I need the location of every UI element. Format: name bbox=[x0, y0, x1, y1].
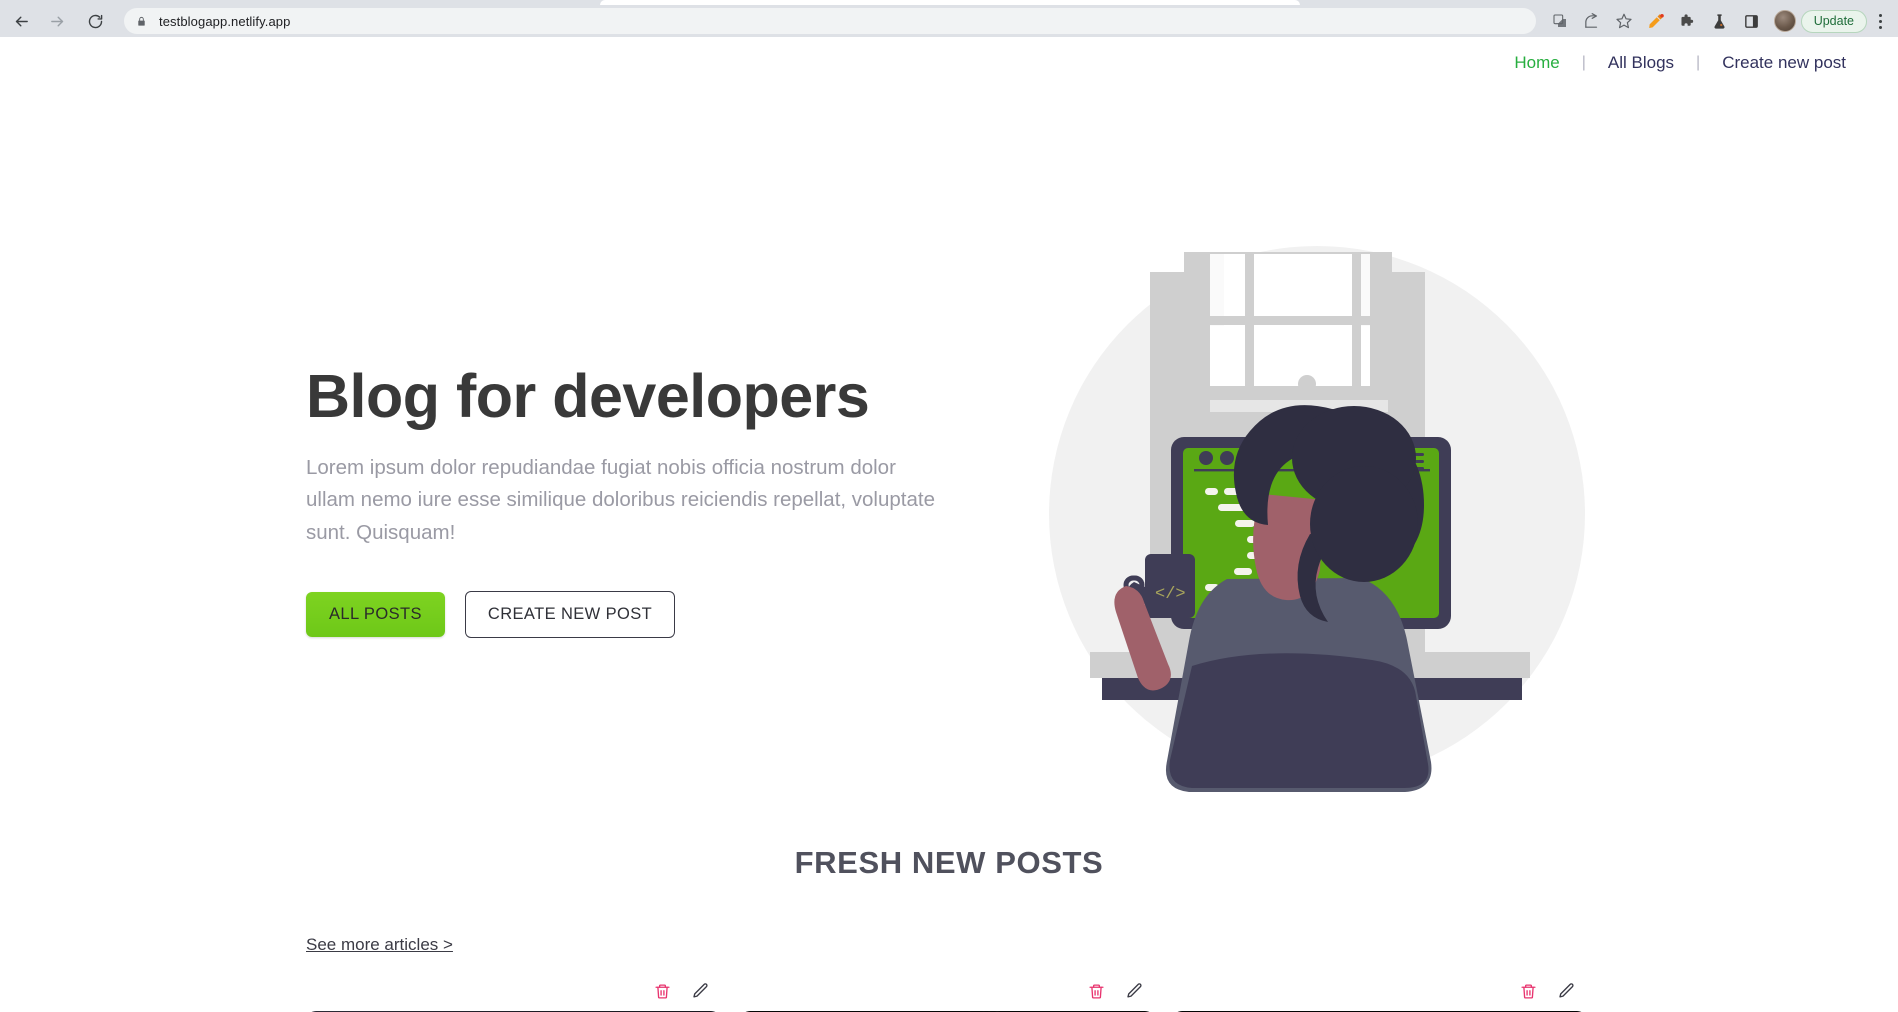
lab-flask-icon[interactable] bbox=[1706, 7, 1734, 35]
post-card[interactable] bbox=[1172, 977, 1587, 1012]
post-card[interactable] bbox=[306, 977, 721, 1012]
see-more-articles-link[interactable]: See more articles > bbox=[306, 935, 453, 955]
post-card-actions bbox=[740, 977, 1155, 1005]
extensions-puzzle-icon[interactable] bbox=[1674, 7, 1702, 35]
browser-toolbar: testblogapp.netlify.app Update bbox=[0, 5, 1898, 37]
create-new-post-button[interactable]: CREATE NEW POST bbox=[464, 591, 676, 638]
all-posts-button[interactable]: ALL POSTS bbox=[306, 592, 445, 637]
fresh-posts-heading: FRESH NEW POSTS bbox=[794, 845, 1104, 880]
trash-icon[interactable] bbox=[1517, 980, 1539, 1002]
nav-separator: | bbox=[1581, 54, 1586, 71]
pencil-icon[interactable] bbox=[1123, 980, 1145, 1002]
url-text: testblogapp.netlify.app bbox=[159, 13, 291, 29]
hero-section: Blog for developers Lorem ipsum dolor re… bbox=[0, 89, 1898, 792]
post-card-actions bbox=[1172, 977, 1587, 1005]
svg-text:</>: </> bbox=[1155, 585, 1186, 604]
page-viewport: Home | All Blogs | Create new post Blog … bbox=[0, 37, 1898, 1012]
sidepanel-icon[interactable] bbox=[1738, 7, 1766, 35]
back-icon[interactable] bbox=[6, 6, 36, 36]
lock-icon bbox=[136, 14, 148, 28]
toolbar-right-group: Update bbox=[1544, 7, 1891, 35]
share-icon[interactable] bbox=[1578, 7, 1606, 35]
hero-text-block: Blog for developers Lorem ipsum dolor re… bbox=[306, 362, 966, 638]
update-button[interactable]: Update bbox=[1800, 9, 1867, 33]
pencil-icon[interactable] bbox=[1555, 980, 1577, 1002]
post-cards-row: my.ProgrammingSkills(){ sl.skills bbox=[0, 977, 1898, 1012]
extension-highlight-icon[interactable] bbox=[1642, 7, 1670, 35]
post-card-actions bbox=[306, 977, 721, 1005]
trash-icon[interactable] bbox=[1085, 980, 1107, 1002]
pencil-icon[interactable] bbox=[689, 980, 711, 1002]
nav-separator: | bbox=[1696, 54, 1701, 71]
translate-icon[interactable] bbox=[1546, 7, 1574, 35]
nav-link-all-blogs[interactable]: All Blogs bbox=[1608, 53, 1674, 73]
nav-link-create-new-post[interactable]: Create new post bbox=[1722, 53, 1846, 73]
nav-link-home[interactable]: Home bbox=[1514, 53, 1559, 73]
reload-icon[interactable] bbox=[80, 6, 110, 36]
profile-avatar[interactable] bbox=[1773, 10, 1796, 32]
post-card[interactable]: my.ProgrammingSkills(){ sl.skills bbox=[740, 977, 1155, 1012]
site-navigation: Home | All Blogs | Create new post bbox=[0, 37, 1898, 89]
developer-at-desk-illustration: </> bbox=[1042, 234, 1602, 794]
kebab-menu-icon[interactable] bbox=[1869, 8, 1891, 34]
browser-chrome: testblogapp.netlify.app Update bbox=[0, 0, 1898, 37]
address-bar[interactable]: testblogapp.netlify.app bbox=[124, 8, 1536, 34]
hero-subtitle: Lorem ipsum dolor repudiandae fugiat nob… bbox=[306, 455, 935, 544]
trash-icon[interactable] bbox=[651, 980, 673, 1002]
bookmark-star-icon[interactable] bbox=[1610, 7, 1638, 35]
hero-button-group: ALL POSTS CREATE NEW POST bbox=[306, 591, 966, 638]
forward-icon bbox=[42, 6, 72, 36]
page-title: Blog for developers bbox=[306, 362, 870, 430]
